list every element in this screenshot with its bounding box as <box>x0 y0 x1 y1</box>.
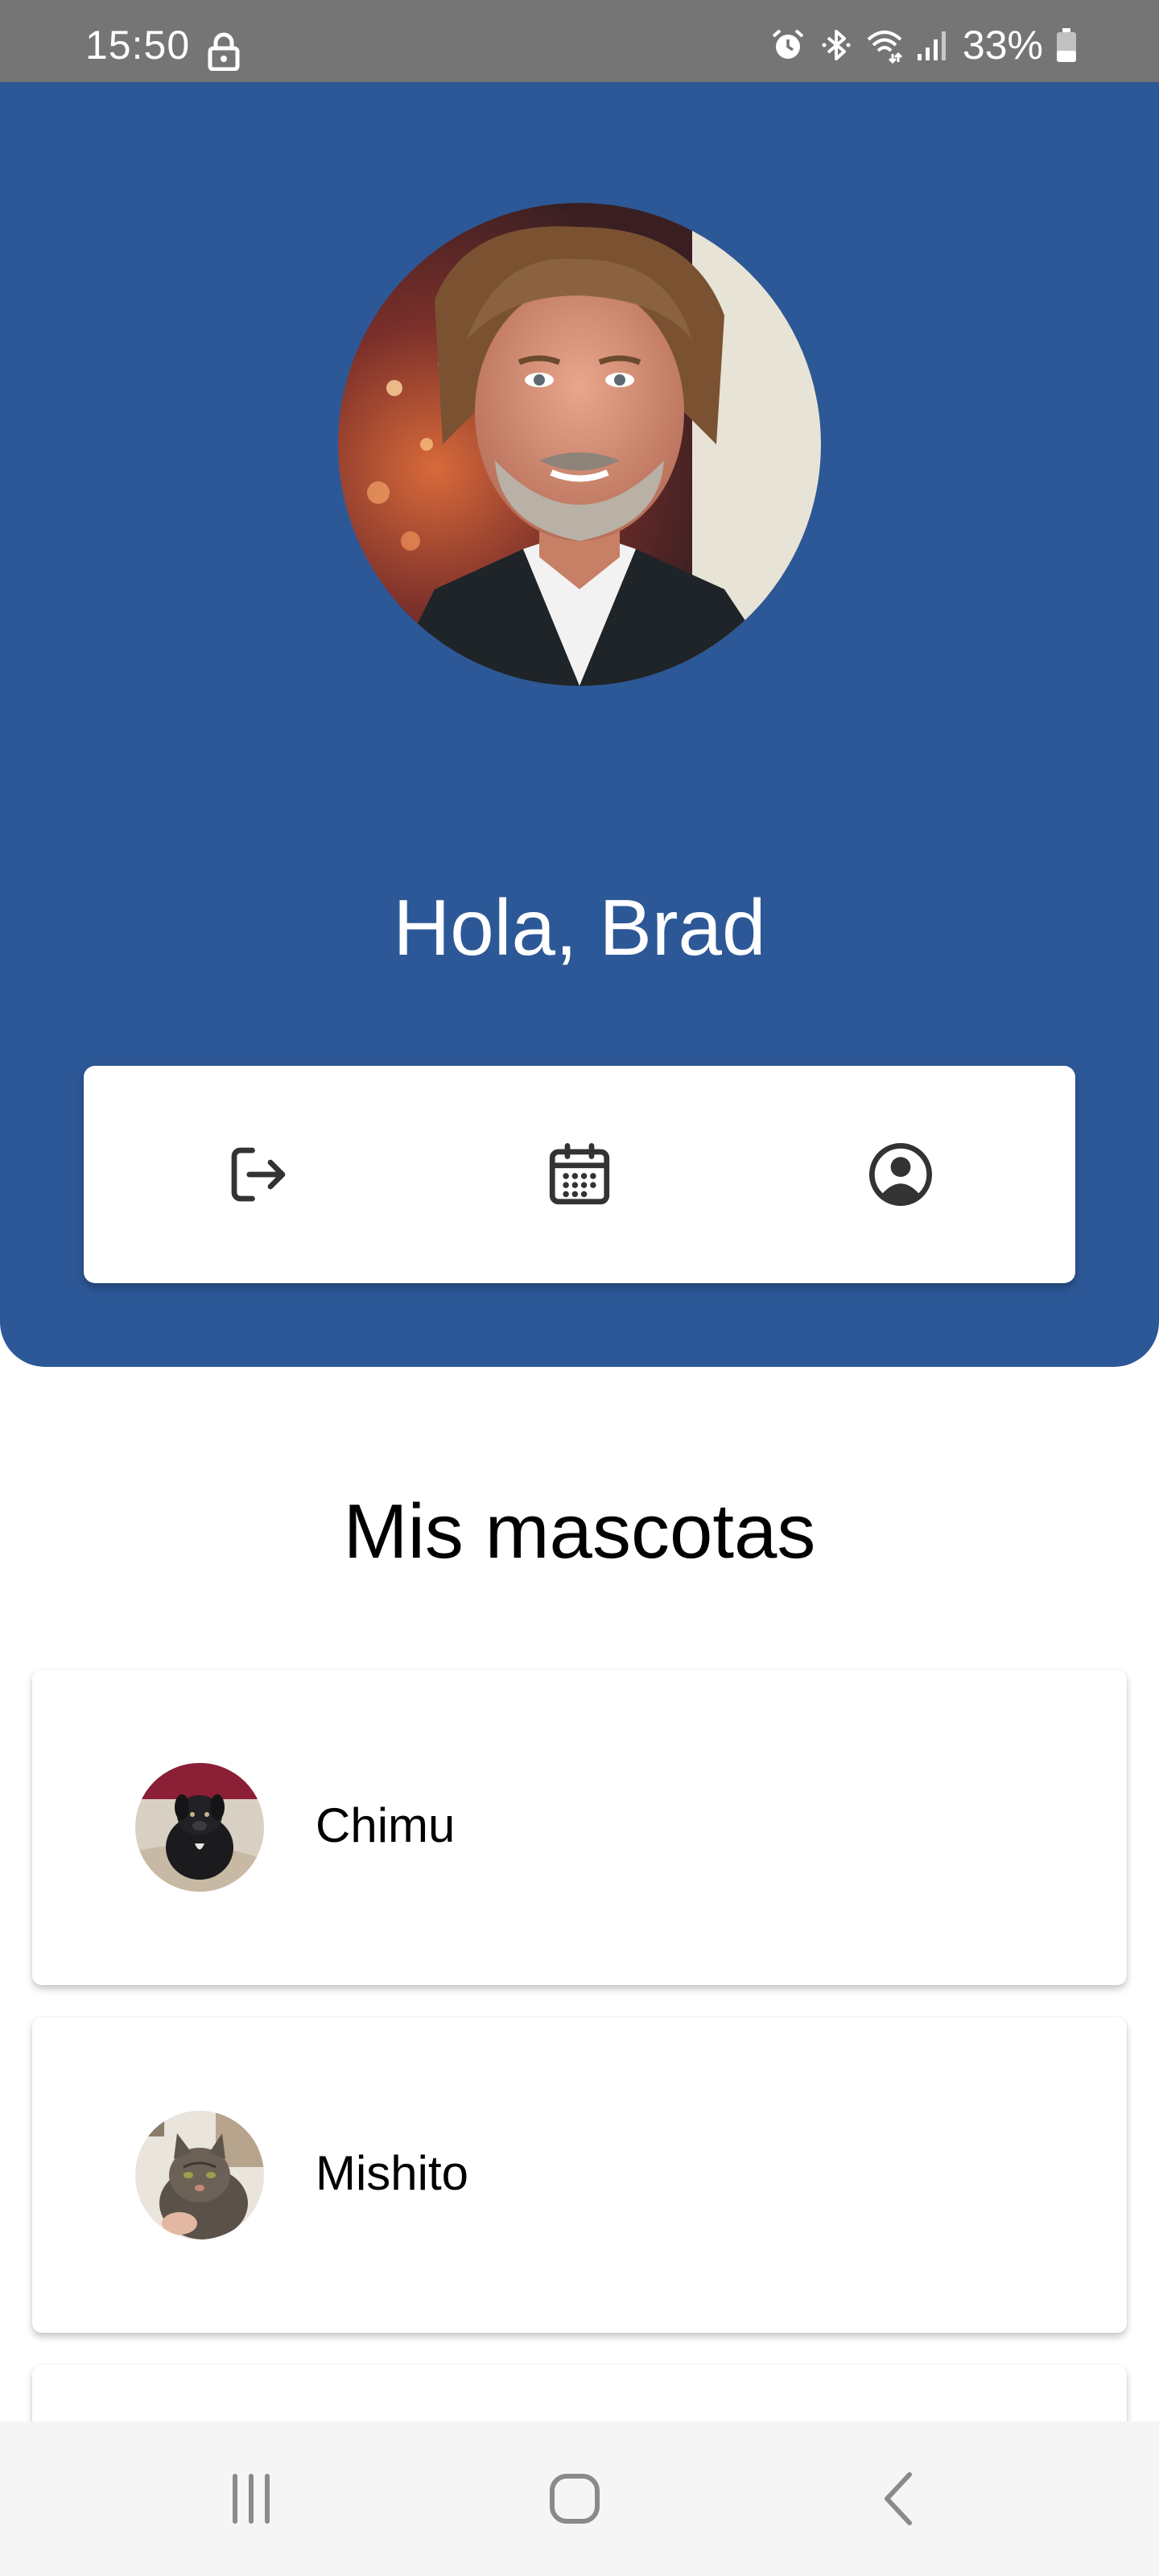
pet-name: Mishito <box>316 2146 469 2200</box>
back-button[interactable] <box>860 2458 940 2539</box>
pet-photo-chimu <box>135 1763 264 1892</box>
recent-apps-button[interactable] <box>211 2458 291 2539</box>
calendar-button[interactable] <box>531 1126 628 1223</box>
signal-icon <box>917 31 946 60</box>
recent-apps-icon <box>233 2474 270 2524</box>
pet-name: Chimu <box>316 1798 456 1852</box>
pets-section-title: Mis mascotas <box>343 1488 816 1575</box>
app-root: 15:50 33% Hola, Brad Mis mascotas Chimu … <box>0 0 1159 2576</box>
lock-icon <box>208 32 240 71</box>
status-bar: 15:50 33% <box>0 0 1159 82</box>
pet-avatar <box>135 1763 264 1892</box>
battery-percentage: 33% <box>962 23 1043 68</box>
profile-header: Hola, Brad <box>0 82 1159 1367</box>
user-avatar-photo <box>338 203 821 686</box>
pet-card-mishito[interactable]: Mishito <box>32 2017 1127 2333</box>
home-icon <box>550 2474 600 2524</box>
pet-card-chimu[interactable]: Chimu <box>32 1670 1127 1985</box>
back-icon <box>885 2472 912 2525</box>
logout-icon <box>231 1147 286 1202</box>
battery-icon <box>1057 28 1076 62</box>
wifi-icon <box>867 31 902 64</box>
profile-icon <box>869 1143 932 1206</box>
pet-avatar <box>135 2111 264 2240</box>
greeting-title: Hola, Brad <box>393 883 766 972</box>
status-icons: 33% <box>769 23 1079 68</box>
system-navigation-bar <box>0 2421 1159 2576</box>
action-bar <box>84 1066 1075 1283</box>
status-time: 15:50 <box>85 23 191 68</box>
pet-photo-mishito <box>135 2111 264 2240</box>
bluetooth-icon <box>822 30 851 60</box>
home-button[interactable] <box>534 2458 615 2539</box>
alarm-icon <box>772 29 804 59</box>
logout-button[interactable] <box>210 1126 307 1223</box>
user-avatar <box>338 203 821 686</box>
profile-button[interactable] <box>852 1126 949 1223</box>
calendar-icon <box>549 1143 610 1205</box>
